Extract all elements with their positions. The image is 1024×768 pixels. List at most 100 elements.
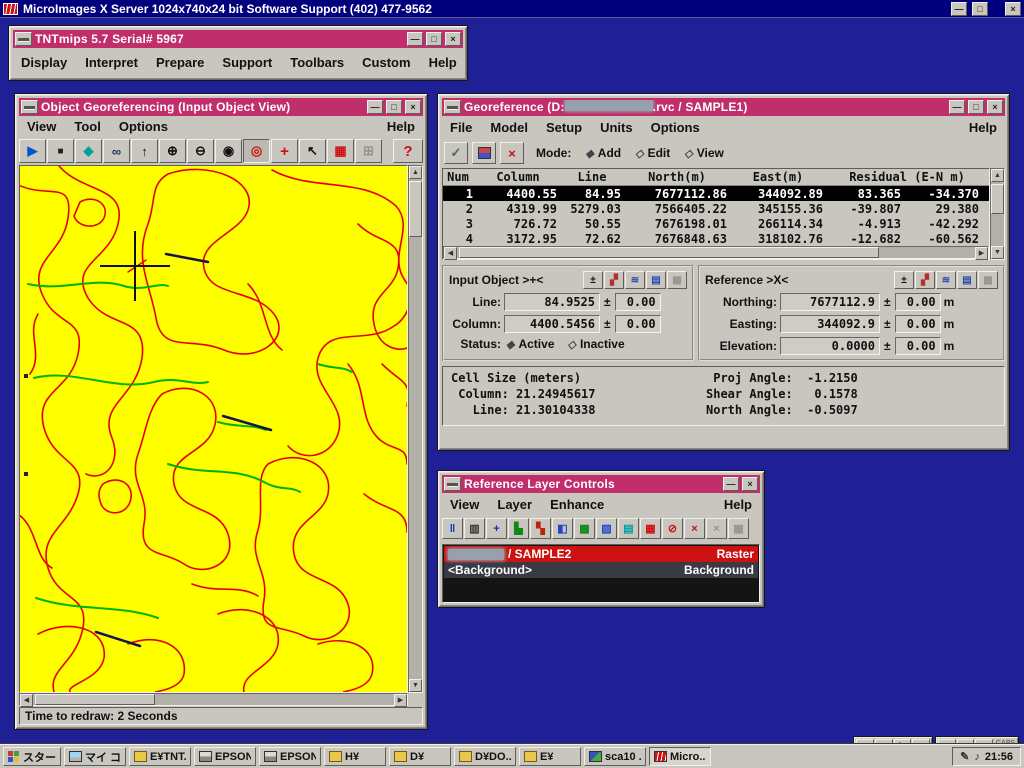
line-error-input[interactable]: 0.00	[615, 293, 661, 311]
elevation-error-input[interactable]: 0.00	[895, 337, 941, 355]
menu-help[interactable]: Help	[724, 497, 752, 512]
scroll-left-button[interactable]: ◀	[444, 247, 457, 260]
panel-tool-button[interactable]: ▞	[915, 271, 935, 289]
maximize-button[interactable]: □	[972, 2, 988, 16]
pen-icon[interactable]: ✎	[960, 750, 969, 763]
panel-tool-button[interactable]: ±	[583, 271, 603, 289]
mode-radio-edit[interactable]: ◇Edit	[635, 146, 670, 160]
menu-options[interactable]: Options	[651, 120, 700, 135]
menu-prepare[interactable]: Prepare	[156, 55, 204, 70]
object-view-titlebar[interactable]: Object Georeferencing (Input Object View…	[19, 98, 423, 116]
menu-options[interactable]: Options	[119, 119, 168, 134]
taskbar-button-epson-2[interactable]: EPSON...	[259, 747, 321, 766]
window-menu-icon[interactable]	[21, 100, 38, 114]
magnifier-tool-button[interactable]: ◎	[243, 139, 270, 163]
layer-tool-button[interactable]: ▤	[618, 518, 639, 539]
layer-row-background[interactable]: <Background> Background	[444, 562, 758, 578]
map-horizontal-scrollbar[interactable]: ◀ ▶	[19, 693, 408, 706]
panel-tool-button[interactable]: ≋	[936, 271, 956, 289]
stop-tool-button[interactable]: ■	[47, 139, 74, 163]
hide-layer-button[interactable]: ⊘	[662, 518, 683, 539]
elevation-input[interactable]: 0.0000	[780, 337, 880, 355]
table-row[interactable]: 24319.995279.037566405.22345155.36-39.80…	[443, 201, 989, 216]
zoom-in-tool-button[interactable]: ⊕	[159, 139, 186, 163]
line-input[interactable]: 84.9525	[504, 293, 600, 311]
menu-file[interactable]: File	[450, 120, 472, 135]
minimize-button[interactable]: —	[723, 477, 739, 491]
taskbar-button-d-drive[interactable]: D¥	[389, 747, 451, 766]
minimize-button[interactable]: —	[407, 32, 423, 46]
layer-tool-button[interactable]: ◧	[552, 518, 573, 539]
layer-tool-button[interactable]: ▚	[530, 518, 551, 539]
column-input[interactable]: 4400.5456	[504, 315, 600, 333]
taskbar-button-d-do-folder[interactable]: D¥DO...	[454, 747, 516, 766]
scrollbar-thumb[interactable]	[459, 247, 879, 258]
layer-controls-titlebar[interactable]: Reference Layer Controls — ×	[442, 475, 760, 493]
scroll-down-button[interactable]: ▼	[991, 246, 1004, 259]
taskbar-button-mycomputer[interactable]: マイ コンピ...	[64, 747, 126, 766]
close-button[interactable]: ×	[1005, 2, 1021, 16]
layer-tool-button[interactable]: ▨	[596, 518, 617, 539]
menu-enhance[interactable]: Enhance	[550, 497, 604, 512]
zoom-out-tool-button[interactable]: ⊖	[187, 139, 214, 163]
easting-input[interactable]: 344092.9	[780, 315, 880, 333]
panel-tool-button[interactable]: ▤	[957, 271, 977, 289]
layer-tool-button[interactable]: ▙	[508, 518, 529, 539]
apply-button[interactable]: ✓	[444, 142, 468, 164]
help-tool-button[interactable]: ?	[393, 139, 423, 163]
panel-tool-button[interactable]: ≋	[625, 271, 645, 289]
add-layer-button[interactable]: +	[486, 518, 507, 539]
menu-toolbars[interactable]: Toolbars	[290, 55, 344, 70]
close-button[interactable]: ×	[405, 100, 421, 114]
menu-help[interactable]: Help	[429, 55, 457, 70]
window-menu-icon[interactable]	[444, 100, 461, 114]
maximize-button[interactable]: □	[968, 100, 984, 114]
delete-button[interactable]: ×	[500, 142, 524, 164]
taskbar-button-sca10[interactable]: sca10 ...	[584, 747, 646, 766]
table-row[interactable]: 43172.9572.627676848.63318102.76-12.682-…	[443, 231, 989, 246]
tntmips-titlebar[interactable]: TNTmips 5.7 Serial# 5967 — □ ×	[13, 30, 463, 48]
taskbar-button-microimages[interactable]: Micro...	[649, 747, 711, 766]
layer-tool-button[interactable]: ▩	[574, 518, 595, 539]
scrollbar-thumb[interactable]	[35, 694, 155, 705]
menu-interpret[interactable]: Interpret	[85, 55, 138, 70]
select-tool-button[interactable]: ↖	[299, 139, 326, 163]
volume-icon[interactable]: ♪	[974, 751, 980, 763]
mode-radio-view[interactable]: ◇View	[684, 146, 724, 160]
scroll-up-button[interactable]: ▲	[409, 166, 422, 179]
start-button[interactable]: スタート	[3, 747, 61, 766]
maximize-button[interactable]: □	[426, 32, 442, 46]
status-radio-inactive[interactable]: ◇Inactive	[568, 337, 625, 351]
mode-radio-add[interactable]: ◆Add	[585, 146, 621, 160]
minimize-button[interactable]: —	[949, 100, 965, 114]
panel-tool-button[interactable]: ▤	[646, 271, 666, 289]
panel-tool-button[interactable]: ▞	[604, 271, 624, 289]
taskbar-button-h-drive[interactable]: H¥	[324, 747, 386, 766]
stamp-button[interactable]	[472, 142, 496, 164]
scroll-right-button[interactable]: ▶	[975, 247, 988, 260]
layer-tool-button[interactable]: ▥	[464, 518, 485, 539]
minimize-button[interactable]: —	[367, 100, 383, 114]
scrollbar-thumb[interactable]	[409, 181, 422, 237]
layer-row-sample2[interactable]: / SAMPLE2 Raster	[444, 546, 758, 562]
close-button[interactable]: ×	[987, 100, 1003, 114]
grid-layer-button[interactable]: ▦	[640, 518, 661, 539]
taskbar-button-epson-1[interactable]: EPSON...	[194, 747, 256, 766]
easting-error-input[interactable]: 0.00	[895, 315, 941, 333]
taskbar-button-e-drive[interactable]: E¥	[519, 747, 581, 766]
scrollbar-thumb[interactable]	[991, 184, 1004, 214]
map-vertical-scrollbar[interactable]: ▲ ▼	[408, 165, 423, 693]
menu-units[interactable]: Units	[600, 120, 633, 135]
table-row[interactable]: 14400.5584.957677112.86344092.8983.365-3…	[443, 186, 989, 201]
scroll-down-button[interactable]: ▼	[409, 679, 422, 692]
menu-view[interactable]: View	[450, 497, 479, 512]
remove-layer-button[interactable]: ×	[684, 518, 705, 539]
northing-input[interactable]: 7677112.9	[780, 293, 880, 311]
menu-tool[interactable]: Tool	[74, 119, 100, 134]
menu-help[interactable]: Help	[387, 119, 415, 134]
scroll-left-button[interactable]: ◀	[20, 694, 33, 707]
redraw-tool-button[interactable]: ▶	[19, 139, 46, 163]
map-canvas[interactable]	[20, 166, 407, 692]
menu-help[interactable]: Help	[969, 120, 997, 135]
northing-error-input[interactable]: 0.00	[895, 293, 941, 311]
